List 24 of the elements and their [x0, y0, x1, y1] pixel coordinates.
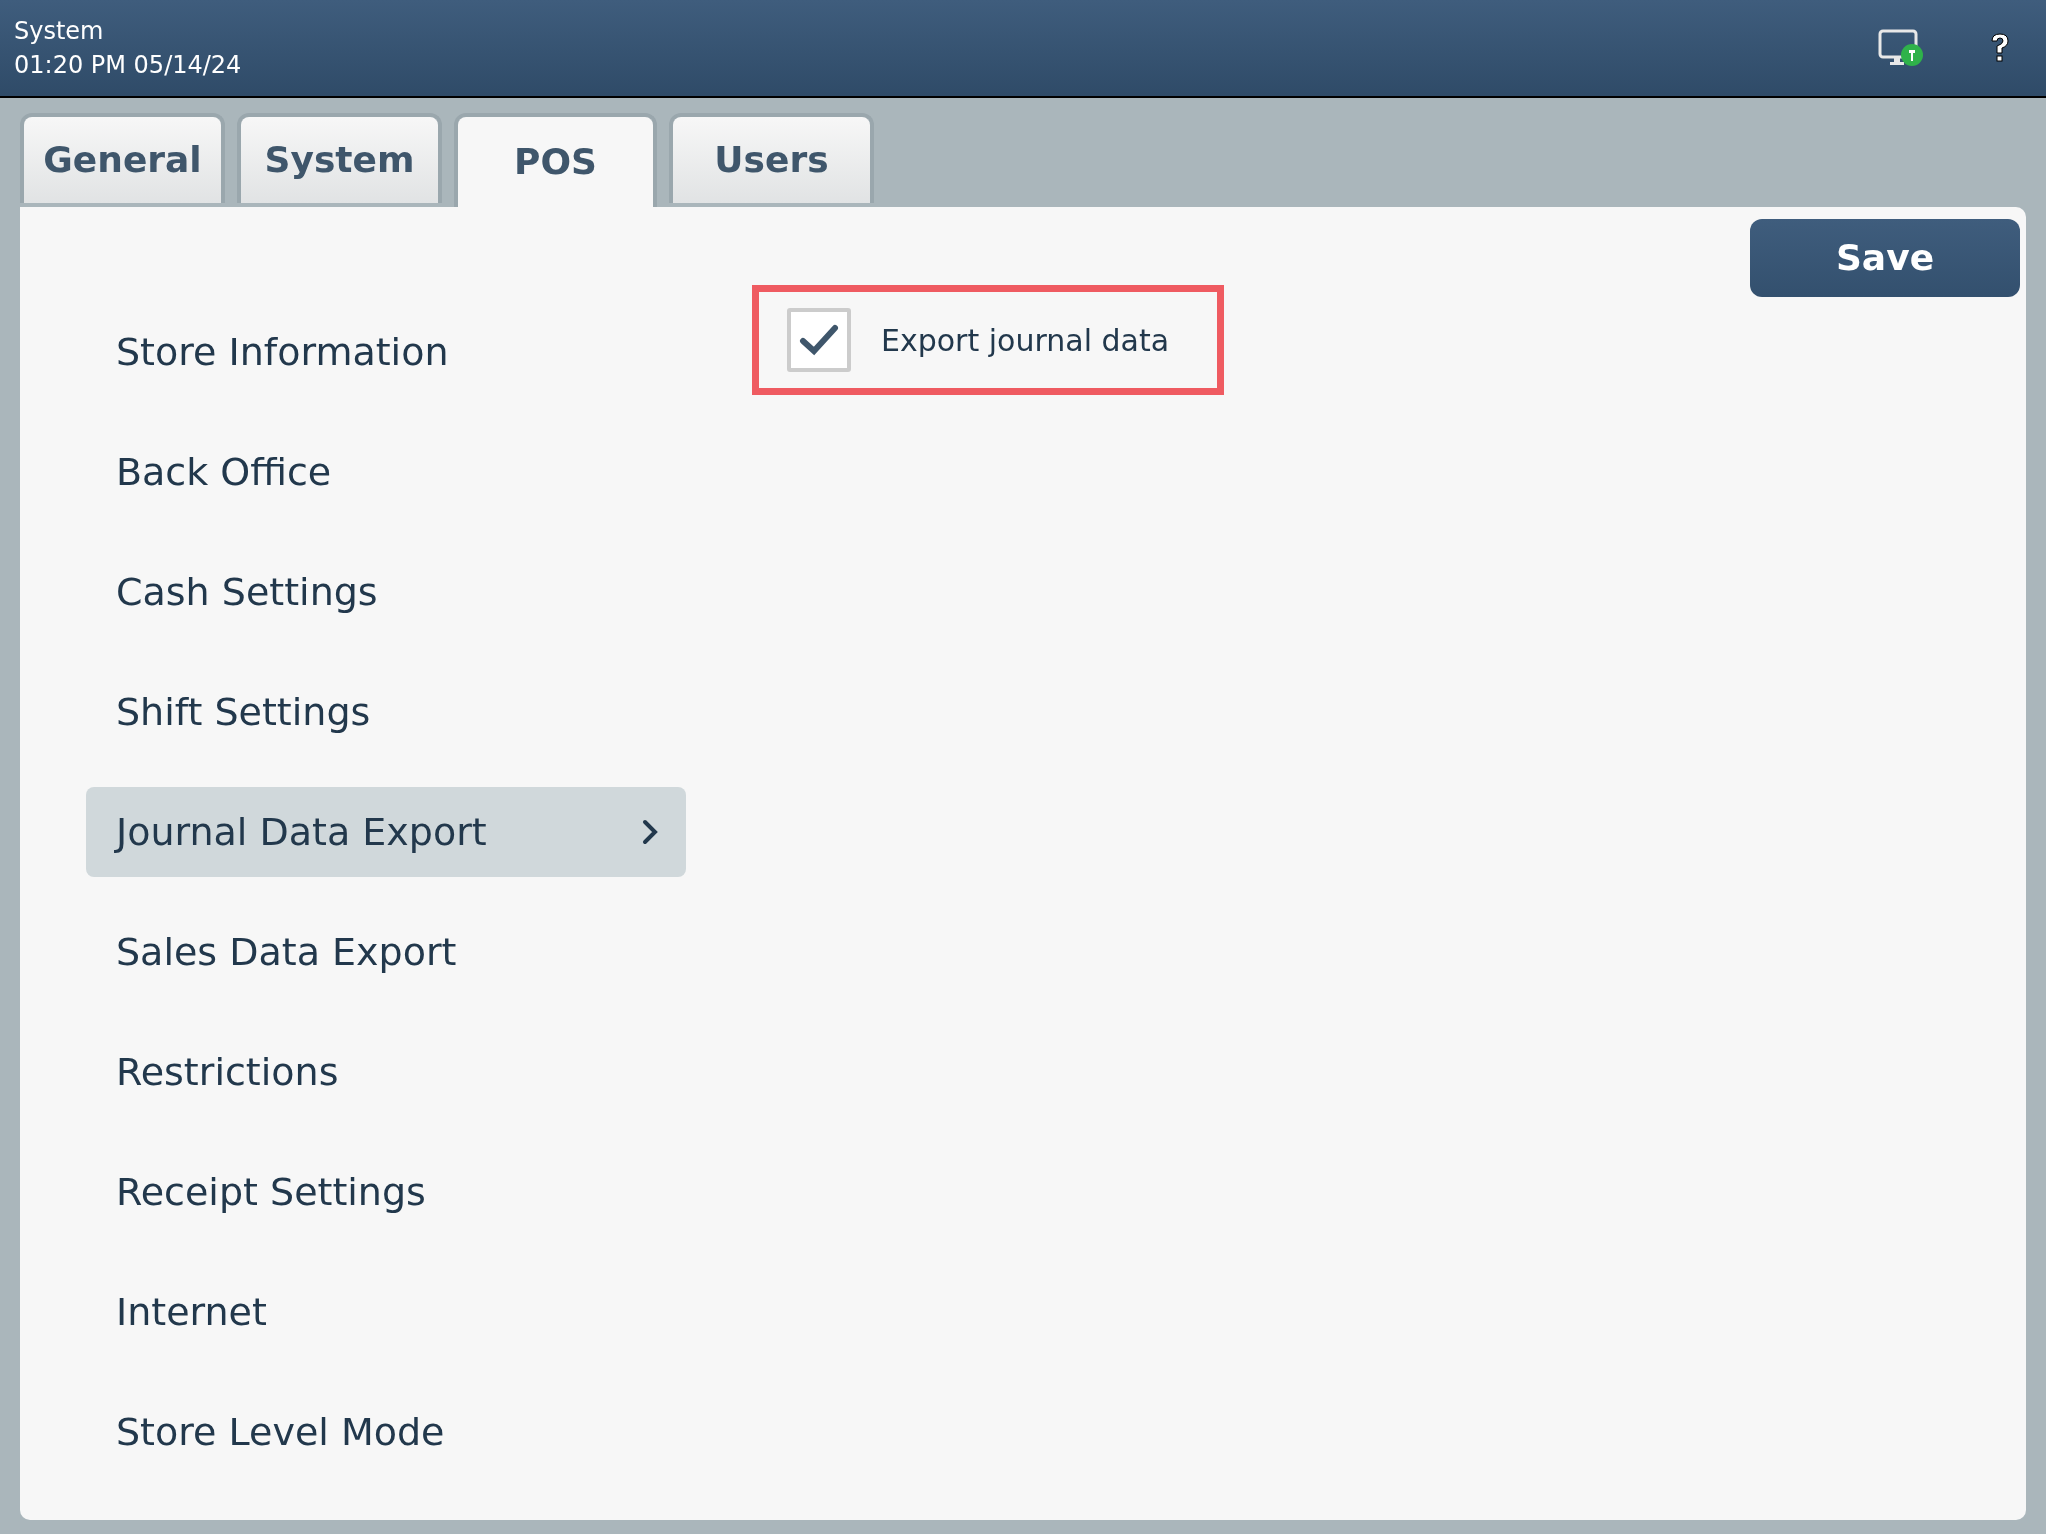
- sidebar-item[interactable]: Store Information: [86, 307, 686, 397]
- sidebar-item[interactable]: Back Office: [86, 427, 686, 517]
- tab[interactable]: POS: [454, 113, 657, 207]
- sidebar-item[interactable]: Store Level Mode: [86, 1387, 686, 1477]
- sidebar-item[interactable]: Sales Data Export: [86, 907, 686, 997]
- chevron-right-icon: [642, 819, 658, 845]
- checkbox[interactable]: [787, 308, 851, 372]
- sidebar-item-label: Journal Data Export: [116, 808, 487, 856]
- checkmark-icon: [799, 323, 839, 357]
- tab[interactable]: System: [237, 113, 442, 203]
- save-button[interactable]: Save: [1750, 219, 2020, 297]
- tab[interactable]: Users: [669, 113, 874, 203]
- window-title: System: [14, 19, 105, 43]
- tab[interactable]: General: [20, 113, 225, 203]
- monitor-status-icon[interactable]: [1878, 29, 1924, 67]
- date-time: 01:20 PM 05/14/24: [14, 53, 242, 77]
- checkbox-label: Export journal data: [881, 321, 1170, 360]
- sidebar-item[interactable]: Journal Data Export: [86, 787, 686, 877]
- sidebar-item[interactable]: Cash Settings: [86, 547, 686, 637]
- sidebar-item[interactable]: Internet: [86, 1267, 686, 1357]
- help-icon[interactable]: [1988, 31, 2012, 65]
- sidebar-item[interactable]: Shift Settings: [86, 667, 686, 757]
- sidebar-item[interactable]: Receipt Settings: [86, 1147, 686, 1237]
- sidebar-item[interactable]: Restrictions: [86, 1027, 686, 1117]
